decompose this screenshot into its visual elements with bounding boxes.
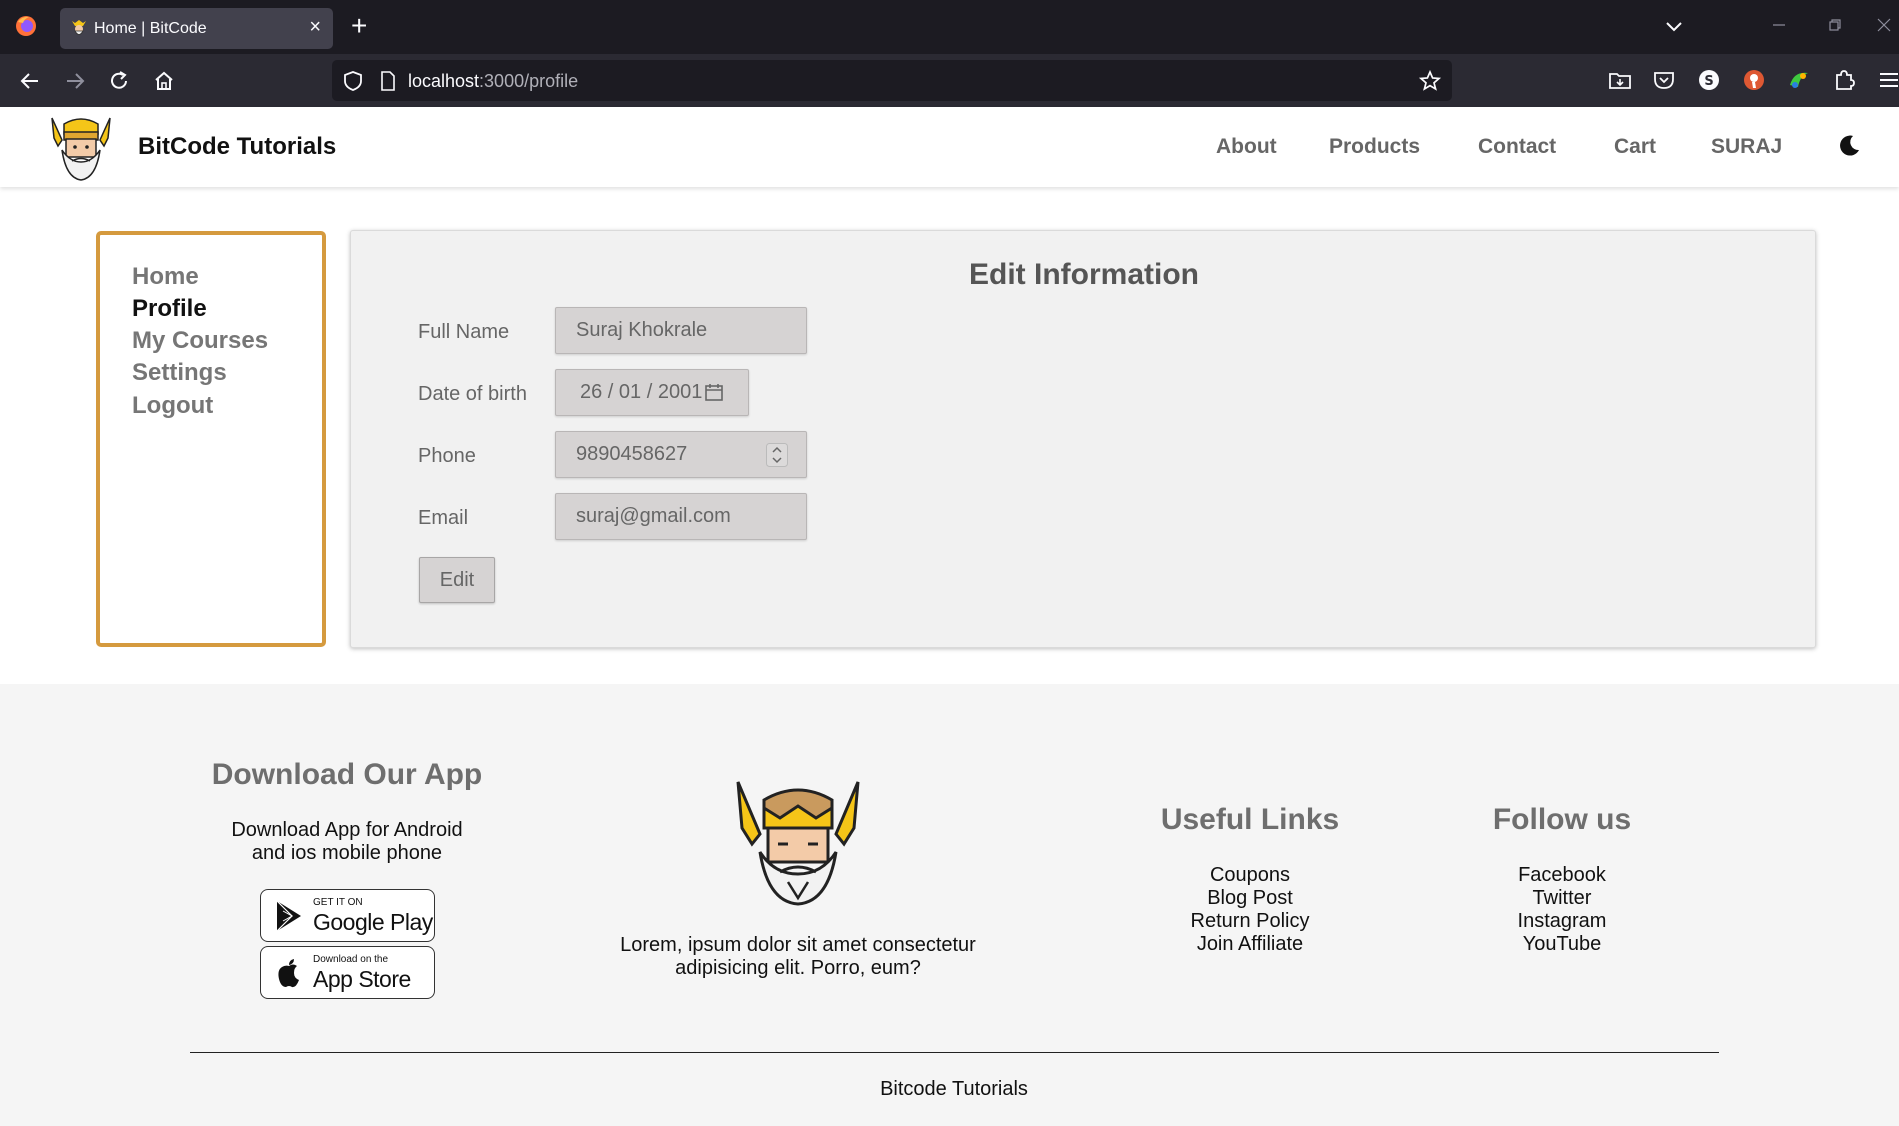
- color-extension-icon[interactable]: [1786, 67, 1812, 93]
- sidebar-item-profile[interactable]: Profile: [132, 295, 207, 323]
- nav-link-products[interactable]: Products: [1329, 135, 1420, 159]
- sidebar-item-logout[interactable]: Logout: [132, 392, 213, 420]
- forward-arrow-icon[interactable]: [62, 68, 88, 94]
- page-icon: [381, 71, 395, 91]
- extensions-puzzle-icon[interactable]: [1831, 67, 1857, 93]
- phone-label: Phone: [418, 445, 476, 467]
- download-app-heading: Download Our App: [211, 758, 483, 791]
- window-restore-icon[interactable]: [1824, 14, 1846, 36]
- card-title: Edit Information: [969, 258, 1199, 291]
- menu-hamburger-icon[interactable]: [1876, 67, 1899, 93]
- full-name-input[interactable]: Suraj Khokrale: [555, 307, 807, 354]
- reload-icon[interactable]: [106, 68, 132, 94]
- phone-input[interactable]: 9890458627: [555, 431, 807, 478]
- site-header: BitCode Tutorials About Products Contact…: [0, 107, 1899, 187]
- pocket-icon[interactable]: [1651, 67, 1677, 93]
- nav-link-contact[interactable]: Contact: [1478, 135, 1556, 159]
- google-play-big-text: Google Play: [313, 909, 433, 935]
- download-app-text-line1: Download App for Android: [231, 819, 463, 841]
- footer-bitcode-logo-icon: [736, 781, 860, 906]
- full-name-label: Full Name: [418, 321, 510, 343]
- brand-name[interactable]: BitCode Tutorials: [138, 133, 336, 161]
- date-of-birth-value: 26 / 01 / 2001: [580, 381, 703, 403]
- edit-information-card: Edit Information Full Name Suraj Khokral…: [350, 230, 1816, 648]
- window-minimize-icon[interactable]: [1768, 14, 1790, 36]
- edit-button[interactable]: Edit: [419, 557, 495, 603]
- moon-icon[interactable]: [1836, 133, 1862, 159]
- nav-link-cart[interactable]: Cart: [1614, 135, 1656, 159]
- sidebar-item-my-courses[interactable]: My Courses: [132, 327, 268, 355]
- footer-link-twitter[interactable]: Twitter: [1442, 887, 1682, 910]
- tab-title: Home | BitCode: [94, 20, 207, 37]
- app-store-badge[interactable]: Download on the App Store: [260, 946, 435, 999]
- download-app-text-line2: and ios mobile phone: [251, 842, 443, 864]
- bookmark-star-icon[interactable]: [1418, 69, 1442, 93]
- footer-link-coupons[interactable]: Coupons: [1130, 864, 1370, 887]
- nav-link-user[interactable]: SURAJ: [1711, 135, 1782, 159]
- google-play-small-text: GET IT ON: [313, 897, 363, 908]
- apple-icon: [278, 959, 299, 988]
- back-arrow-icon[interactable]: [17, 68, 43, 94]
- footer-link-youtube[interactable]: YouTube: [1442, 933, 1682, 956]
- svg-text:S: S: [1704, 74, 1713, 89]
- footer-link-instagram[interactable]: Instagram: [1442, 910, 1682, 933]
- google-play-icon: [276, 900, 301, 932]
- footer-link-return-policy[interactable]: Return Policy: [1130, 910, 1370, 933]
- footer-about-text: Lorem, ipsum dolor sit amet consectetur …: [570, 934, 1026, 980]
- email-input[interactable]: suraj@gmail.com: [555, 493, 807, 540]
- sidebar-item-home[interactable]: Home: [132, 263, 199, 291]
- download-app-text: Download App for Android and ios mobile …: [182, 819, 512, 865]
- browser-tab-bar: Home | BitCode × +: [0, 0, 1899, 54]
- bitcode-logo-icon[interactable]: [48, 112, 114, 182]
- sidebar-item-settings[interactable]: Settings: [132, 359, 227, 387]
- copyright-text: Bitcode Tutorials: [880, 1078, 1028, 1100]
- save-to-folder-icon[interactable]: [1607, 67, 1633, 93]
- window-close-icon[interactable]: [1873, 14, 1895, 36]
- footer-link-facebook[interactable]: Facebook: [1442, 864, 1682, 887]
- app-store-big-text: App Store: [313, 966, 411, 992]
- footer-divider: [190, 1052, 1719, 1053]
- number-stepper-icon[interactable]: [766, 443, 788, 467]
- browser-tab-active[interactable]: Home | BitCode ×: [60, 8, 333, 49]
- footer-link-join-affiliate[interactable]: Join Affiliate: [1130, 933, 1370, 956]
- date-of-birth-input[interactable]: 26 / 01 / 2001: [555, 369, 749, 416]
- useful-links-heading: Useful Links: [1160, 803, 1340, 836]
- home-icon[interactable]: [151, 68, 177, 94]
- browser-nav-bar: localhost:3000/profile S: [0, 54, 1899, 107]
- google-play-badge[interactable]: GET IT ON Google Play: [260, 889, 435, 942]
- footer-about-text-line1: Lorem, ipsum dolor sit amet consectetur: [620, 934, 976, 956]
- firefox-icon[interactable]: [14, 14, 38, 38]
- follow-us-heading: Follow us: [1492, 803, 1632, 836]
- email-label: Email: [418, 507, 469, 529]
- chevron-down-icon[interactable]: [1664, 16, 1684, 36]
- url-bar[interactable]: localhost:3000/profile: [332, 60, 1452, 101]
- profile-sidebar: Home Profile My Courses Settings Logout: [96, 231, 326, 647]
- date-of-birth-label: Date of birth: [418, 383, 527, 405]
- phone-value: 9890458627: [576, 443, 688, 465]
- extension-s-icon[interactable]: S: [1696, 67, 1722, 93]
- calendar-icon[interactable]: [704, 382, 724, 402]
- nav-link-about[interactable]: About: [1216, 135, 1277, 159]
- site-footer: Download Our App Download App for Androi…: [0, 684, 1899, 1126]
- duckduckgo-extension-icon[interactable]: [1741, 67, 1767, 93]
- new-tab-icon[interactable]: +: [351, 12, 367, 40]
- footer-link-blog-post[interactable]: Blog Post: [1130, 887, 1370, 910]
- footer-about-text-line2: adipisicing elit. Porro, eum?: [675, 957, 921, 979]
- tab-close-icon[interactable]: ×: [309, 17, 321, 37]
- url-text[interactable]: localhost:3000/profile: [408, 71, 578, 92]
- app-store-small-text: Download on the: [313, 954, 389, 965]
- tracking-shield-icon[interactable]: [342, 70, 364, 92]
- bitcode-favicon-icon: [72, 20, 86, 35]
